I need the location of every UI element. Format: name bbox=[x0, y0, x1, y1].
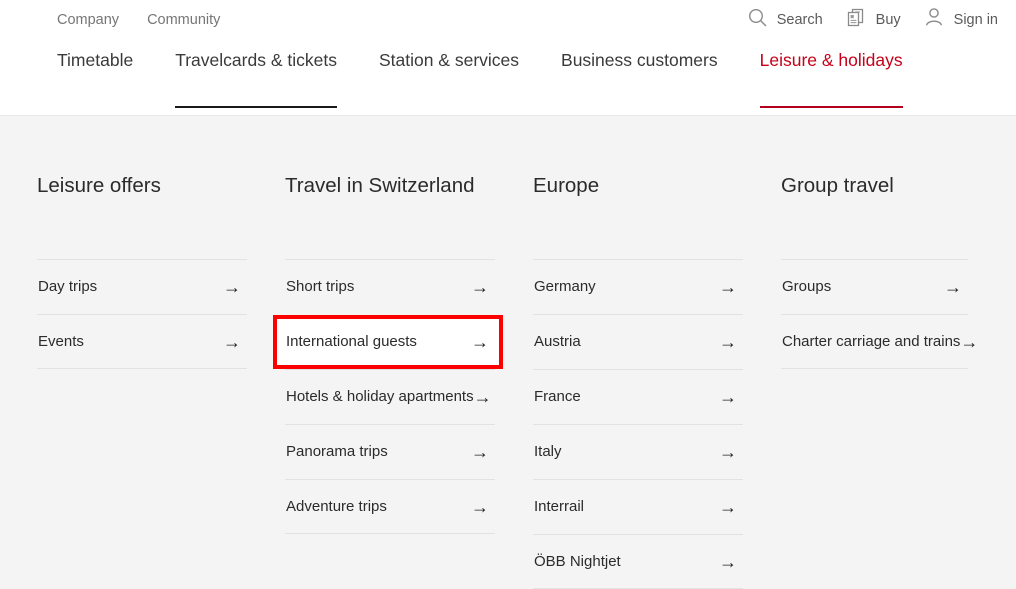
nav-underline bbox=[175, 106, 337, 108]
flyout-panel: Leisure offers Day trips → Events → Trav… bbox=[0, 117, 1016, 589]
ticket-icon bbox=[845, 6, 867, 33]
user-icon bbox=[923, 6, 945, 33]
main-navigation: Timetable Travelcards & tickets Station … bbox=[0, 48, 1016, 116]
link-label: Interrail bbox=[534, 498, 585, 515]
nav-label: Station & services bbox=[378, 50, 520, 70]
arrow-right-icon: → bbox=[719, 332, 737, 352]
flyout-link-germany[interactable]: Germany → bbox=[533, 259, 743, 314]
column-link-list: Day trips → Events → bbox=[37, 259, 247, 369]
column-title: Europe bbox=[533, 174, 600, 197]
arrow-right-icon: → bbox=[719, 387, 737, 407]
arrow-right-icon: → bbox=[471, 496, 489, 517]
arrow-right-icon: → bbox=[471, 277, 489, 297]
nav-item-travelcards-tickets[interactable]: Travelcards & tickets bbox=[175, 48, 337, 108]
arrow-right-icon: → bbox=[223, 277, 241, 297]
flyout-link-france[interactable]: France → bbox=[533, 369, 743, 424]
link-label: Groups bbox=[782, 278, 832, 295]
flyout-link-day-trips[interactable]: Day trips → bbox=[37, 259, 247, 314]
column-title: Group travel bbox=[781, 174, 894, 197]
flyout-link-italy[interactable]: Italy → bbox=[533, 424, 743, 479]
link-label: Hotels & holiday apartments bbox=[286, 388, 474, 405]
buy-button[interactable]: Buy bbox=[845, 6, 901, 33]
search-button[interactable]: Search bbox=[747, 7, 823, 33]
column-link-list: Groups → Charter carriage and trains → bbox=[781, 259, 978, 369]
link-label: Short trips bbox=[286, 278, 355, 295]
link-label: Events bbox=[38, 332, 84, 350]
link-label: France bbox=[534, 388, 581, 405]
link-label: Austria bbox=[534, 333, 581, 350]
sign-in-label: Sign in bbox=[953, 11, 998, 28]
link-label: Germany bbox=[534, 278, 596, 295]
flyout-column-travel-in-switzerland: Travel in Switzerland Short trips → Inte… bbox=[248, 117, 503, 589]
meta-links: Company Community bbox=[57, 10, 220, 30]
search-label: Search bbox=[776, 11, 823, 28]
utility-navigation: Search Buy Sign in bbox=[747, 6, 998, 33]
link-label: ÖBB Nightjet bbox=[534, 552, 621, 570]
nav-label: Leisure & holidays bbox=[759, 50, 903, 70]
arrow-right-icon: → bbox=[719, 277, 737, 297]
link-label: Adventure trips bbox=[286, 497, 387, 515]
nav-item-business-customers[interactable]: Business customers bbox=[561, 48, 718, 108]
link-label: Panorama trips bbox=[286, 443, 388, 460]
link-label: Charter carriage and trains bbox=[782, 332, 961, 350]
link-label: Italy bbox=[534, 443, 562, 460]
column-link-list: Germany → Austria → France → Italy → Int… bbox=[533, 259, 743, 589]
flyout-link-hotels-holiday-apartments[interactable]: Hotels & holiday apartments → bbox=[285, 369, 495, 424]
flyout-link-charter-carriage-and-trains[interactable]: Charter carriage and trains → bbox=[781, 314, 978, 369]
arrow-right-icon: → bbox=[471, 332, 489, 352]
arrow-right-icon: → bbox=[471, 442, 489, 462]
column-title: Leisure offers bbox=[37, 174, 161, 197]
meta-navigation: Company Community Search Buy Sign in bbox=[0, 0, 1016, 40]
flyout-column-europe: Europe Germany → Austria → France → Ital… bbox=[496, 117, 744, 589]
arrow-right-icon: → bbox=[944, 277, 962, 297]
nav-label: Timetable bbox=[57, 50, 134, 70]
arrow-right-icon: → bbox=[719, 497, 737, 517]
flyout-column-leisure-offers: Leisure offers Day trips → Events → bbox=[0, 117, 248, 589]
nav-item-leisure-holidays[interactable]: Leisure & holidays bbox=[759, 48, 903, 108]
nav-item-timetable[interactable]: Timetable bbox=[57, 48, 133, 108]
site-header: Company Community Search Buy Sign in Tim… bbox=[0, 0, 1016, 116]
nav-label: Business customers bbox=[561, 50, 718, 70]
meta-link-company[interactable]: Company bbox=[57, 10, 119, 30]
column-link-list: Short trips → International guests → Hot… bbox=[273, 259, 503, 534]
link-label: International guests bbox=[286, 333, 417, 350]
flyout-link-short-trips[interactable]: Short trips → bbox=[285, 259, 495, 314]
arrow-right-icon: → bbox=[473, 387, 492, 407]
flyout-column-group-travel: Group travel Groups → Charter carriage a… bbox=[744, 117, 992, 589]
search-icon bbox=[747, 7, 768, 33]
flyout-link-interrail[interactable]: Interrail → bbox=[533, 479, 743, 534]
link-label: Day trips bbox=[38, 278, 98, 295]
nav-underline bbox=[379, 106, 519, 108]
arrow-right-icon: → bbox=[960, 331, 979, 352]
flyout-link-international-guests[interactable]: International guests → bbox=[273, 314, 503, 369]
arrow-right-icon: → bbox=[719, 551, 737, 572]
flyout-link-adventure-trips[interactable]: Adventure trips → bbox=[285, 479, 495, 534]
flyout-link-events[interactable]: Events → bbox=[37, 314, 247, 369]
flyout-link-obb-nightjet[interactable]: ÖBB Nightjet → bbox=[533, 534, 743, 589]
flyout-link-groups[interactable]: Groups → bbox=[781, 259, 968, 314]
flyout-columns: Leisure offers Day trips → Events → Trav… bbox=[0, 117, 1016, 589]
flyout-link-panorama-trips[interactable]: Panorama trips → bbox=[285, 424, 495, 479]
sign-in-button[interactable]: Sign in bbox=[923, 6, 998, 33]
nav-underline bbox=[57, 106, 133, 108]
nav-item-station-services[interactable]: Station & services bbox=[379, 48, 519, 108]
arrow-right-icon: → bbox=[223, 331, 241, 352]
flyout-link-austria[interactable]: Austria → bbox=[533, 314, 743, 369]
nav-label: Travelcards & tickets bbox=[175, 50, 337, 70]
column-title: Travel in Switzerland bbox=[285, 174, 475, 197]
nav-underline bbox=[759, 106, 903, 108]
nav-underline bbox=[561, 106, 718, 108]
arrow-right-icon: → bbox=[719, 442, 737, 462]
meta-link-community[interactable]: Community bbox=[147, 10, 220, 30]
buy-label: Buy bbox=[875, 11, 901, 28]
